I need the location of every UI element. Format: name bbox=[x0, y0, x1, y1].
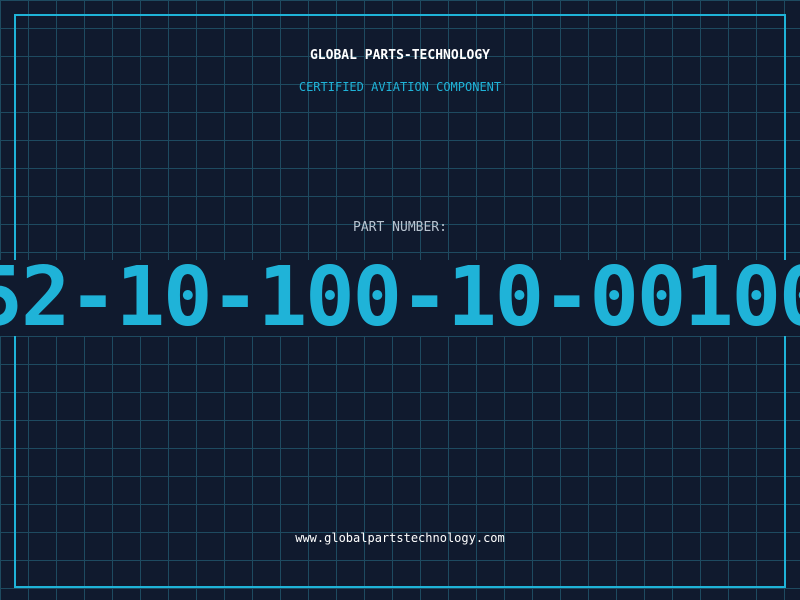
website-url: www.globalpartstechnology.com bbox=[295, 531, 505, 545]
brand-subtitle: CERTIFIED AVIATION COMPONENT bbox=[298, 80, 502, 94]
brand-title: GLOBAL PARTS-TECHNOLOGY bbox=[309, 48, 490, 63]
part-number-value: 52-10-100-10-00100 bbox=[0, 260, 800, 336]
part-number-band: 52-10-100-10-00100 bbox=[0, 260, 800, 336]
part-number-label: PART NUMBER: bbox=[353, 220, 447, 235]
certificate-panel: GLOBAL PARTS-TECHNOLOGY CERTIFIED AVIATI… bbox=[0, 0, 800, 600]
